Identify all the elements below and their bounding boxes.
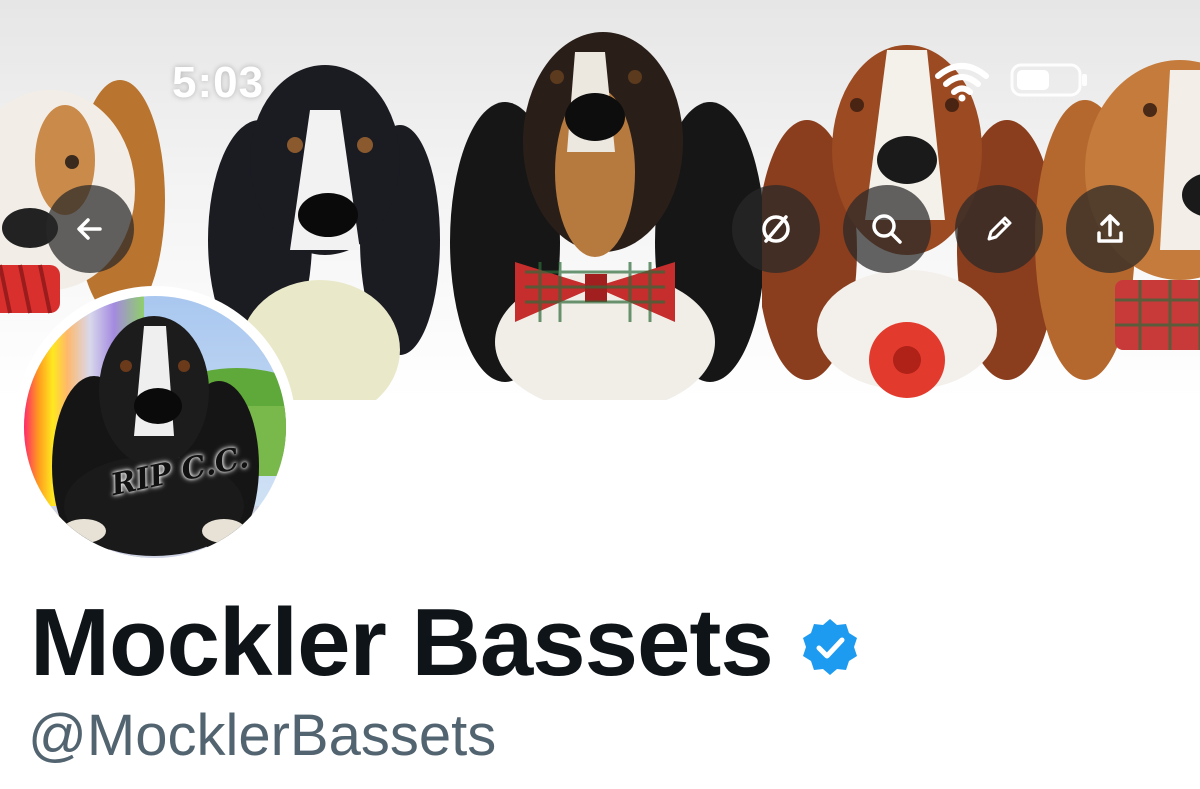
slashed-circle-icon: [762, 215, 790, 243]
grok-button[interactable]: [732, 185, 820, 273]
banner-dog-3: [445, 22, 765, 400]
verified-badge-icon[interactable]: [799, 616, 861, 678]
battery-icon: [1010, 62, 1090, 98]
share-upload-icon: [1097, 214, 1123, 243]
display-name: Mockler Bassets: [30, 589, 774, 696]
profile-avatar[interactable]: RIP C.C.: [14, 286, 296, 568]
share-button[interactable]: [1066, 185, 1154, 273]
avatar-image: [24, 296, 286, 558]
pencil-icon: [987, 216, 1012, 241]
wifi-icon: [934, 62, 990, 102]
back-button[interactable]: [46, 185, 134, 273]
profile-handle: @MocklerBassets: [28, 703, 497, 768]
arrow-left-icon: [77, 218, 102, 240]
profile-name-row: Mockler Bassets: [30, 595, 861, 691]
search-button[interactable]: [843, 185, 931, 273]
status-time: 5:03: [172, 58, 265, 107]
search-icon: [872, 214, 902, 244]
edit-button[interactable]: [955, 185, 1043, 273]
